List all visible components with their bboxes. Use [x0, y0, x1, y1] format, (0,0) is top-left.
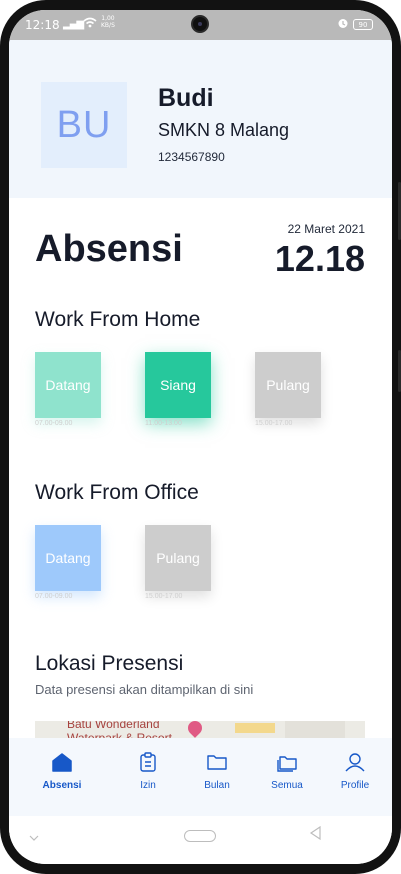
back-triangle-icon[interactable] [309, 825, 321, 844]
home-icon [30, 752, 94, 772]
nav-label-absensi: Absensi [42, 780, 82, 791]
wfh-siang-button[interactable]: Siang [145, 352, 211, 418]
folders-icon [255, 752, 319, 772]
current-date: 22 Maret 2021 [287, 222, 365, 236]
wfh-datang-range: 07.00-09.00 [35, 420, 73, 427]
wfo-pulang-range: 15.00-17.00 [145, 593, 183, 600]
wfh-datang-button[interactable]: Datang [35, 352, 101, 418]
folder-icon [185, 752, 249, 772]
signal-icon: ▂▄▆ [63, 19, 84, 30]
nav-item-semua[interactable]: Semua [255, 752, 319, 791]
avatar: BU [41, 82, 127, 168]
phone-frame: 12:18 ▂▄▆ 1,00 KB/S 90 BU Budi SMKN 8 Ma… [0, 0, 401, 874]
nav-item-bulan[interactable]: Bulan [185, 752, 249, 791]
nav-label-semua: Semua [271, 780, 303, 791]
nav-item-absensi[interactable]: Absensi [30, 752, 94, 791]
screen: 12:18 ▂▄▆ 1,00 KB/S 90 BU Budi SMKN 8 Ma… [9, 10, 392, 864]
map-place-line1: Batu Wonderland [67, 721, 160, 731]
nav-label-izin: Izin [140, 780, 156, 791]
map-pin-icon [185, 721, 205, 738]
battery-indicator: 90 [353, 19, 373, 30]
speed-unit: KB/S [101, 22, 115, 29]
wfo-section-title: Work From Office [35, 481, 199, 504]
speed-value: 1,00 [101, 15, 115, 22]
location-subtitle: Data presensi akan ditampilkan di sini [35, 682, 254, 697]
system-navigation-bar [9, 816, 392, 864]
clipboard-icon [116, 752, 180, 772]
wfo-datang-range: 07.00-09.00 [35, 593, 73, 600]
front-camera [191, 15, 209, 33]
wfo-pulang-button[interactable]: Pulang [145, 525, 211, 591]
wfh-pulang-button[interactable]: Pulang [255, 352, 321, 418]
nav-item-profile[interactable]: Profile [323, 752, 387, 791]
school-name: SMKN 8 Malang [158, 120, 290, 140]
nav-item-izin[interactable]: Izin [116, 752, 180, 791]
student-id: 1234567890 [158, 150, 225, 164]
network-speed: 1,00 KB/S [101, 15, 115, 29]
map-road [235, 723, 275, 733]
wfh-section-title: Work From Home [35, 308, 201, 331]
profile-header: BU Budi SMKN 8 Malang 1234567890 [9, 40, 392, 198]
current-time: 12.18 [274, 238, 365, 279]
wifi-icon [83, 17, 97, 31]
home-pill-button[interactable] [184, 830, 216, 842]
chevron-down-icon[interactable] [29, 830, 39, 844]
user-name: Budi [158, 84, 214, 112]
bottom-navigation: Absensi Izin Bulan Semua Profile [9, 738, 392, 816]
status-time: 12:18 [25, 18, 60, 32]
nav-label-profile: Profile [340, 780, 370, 791]
user-icon [323, 752, 387, 772]
location-title: Lokasi Presensi [35, 652, 184, 675]
wfo-datang-button[interactable]: Datang [35, 525, 101, 591]
alarm-icon [337, 17, 349, 32]
page-title: Absensi [35, 228, 183, 270]
nav-label-bulan: Bulan [204, 780, 230, 791]
status-bar: 12:18 ▂▄▆ 1,00 KB/S 90 [9, 10, 392, 40]
wfh-pulang-range: 15.00-17.00 [255, 420, 293, 427]
wfh-siang-range: 11.00-13.00 [145, 420, 182, 427]
